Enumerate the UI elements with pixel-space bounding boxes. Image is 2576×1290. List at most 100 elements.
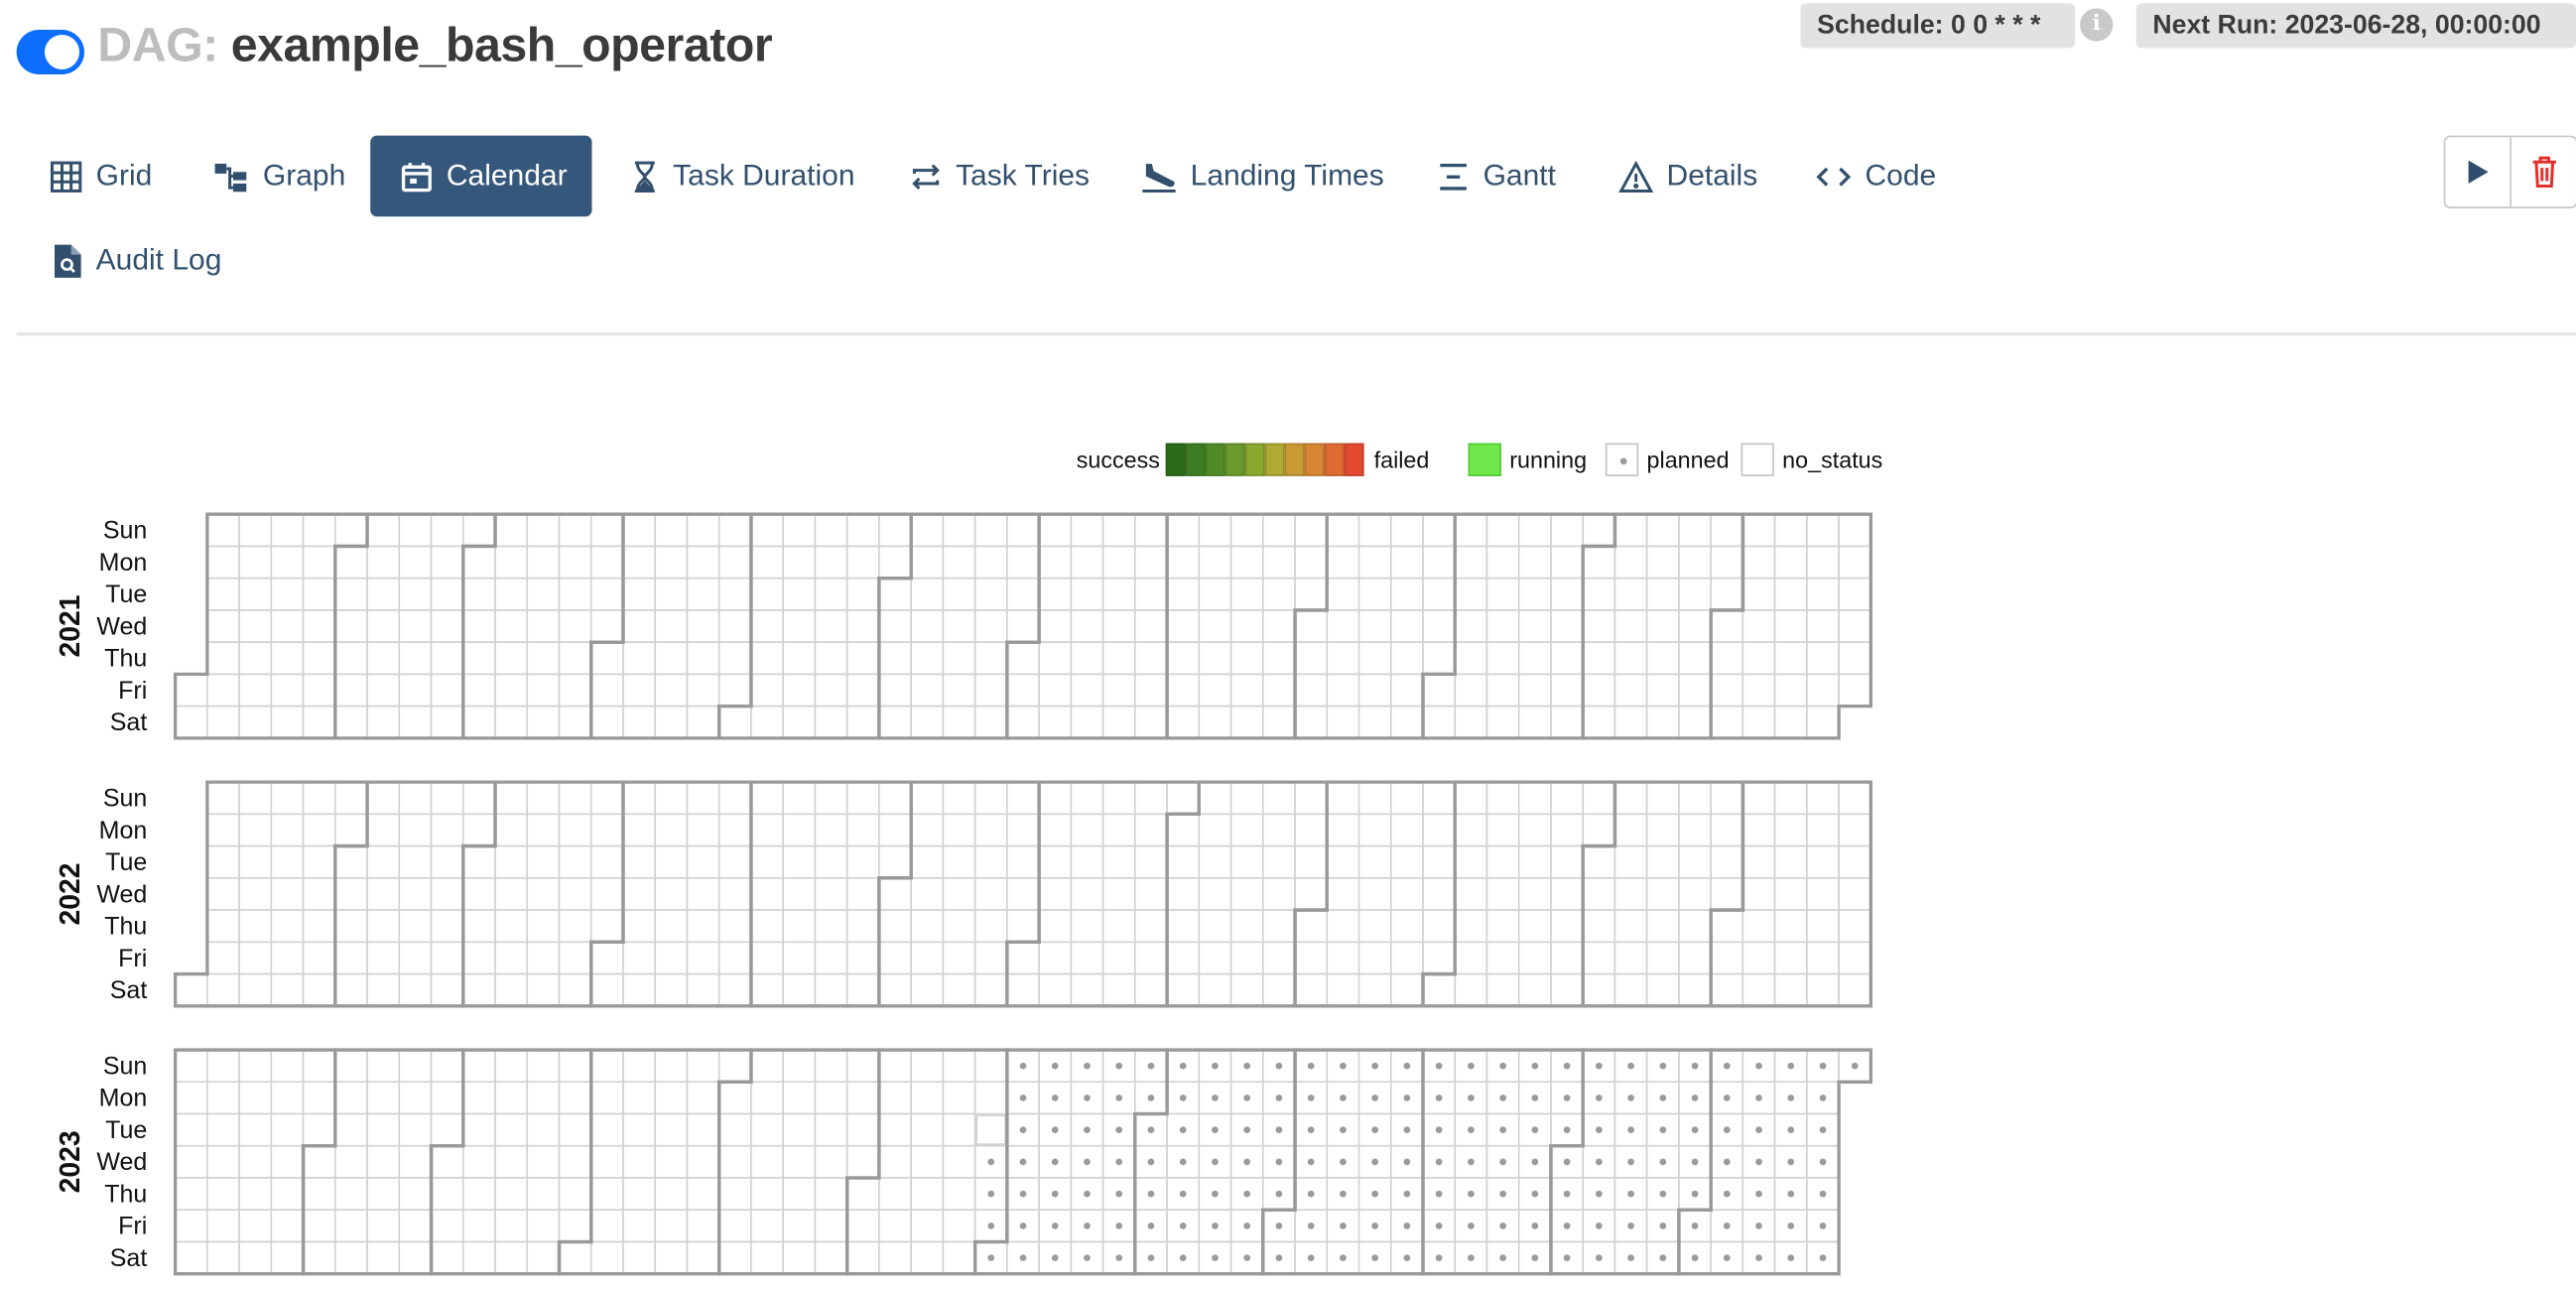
day-cell[interactable]	[1134, 972, 1168, 1007]
day-cell[interactable]	[750, 577, 785, 611]
day-cell[interactable]	[1261, 844, 1296, 879]
day-cell[interactable]	[1006, 577, 1040, 611]
day-cell[interactable]	[622, 1144, 657, 1179]
day-cell[interactable]	[1645, 577, 1680, 611]
day-cell[interactable]	[1038, 813, 1073, 847]
day-cell[interactable]	[1101, 941, 1136, 975]
day-cell[interactable]	[1582, 609, 1616, 643]
day-cell[interactable]	[558, 609, 592, 643]
day-cell[interactable]	[1006, 813, 1040, 847]
day-cell[interactable]	[1645, 972, 1680, 1007]
day-cell[interactable]	[1582, 909, 1616, 944]
day-cell[interactable]	[494, 641, 529, 676]
day-cell[interactable]	[1517, 705, 1552, 739]
day-cell[interactable]	[1613, 641, 1648, 676]
day-cell[interactable]	[1070, 909, 1104, 944]
day-cell[interactable]	[1454, 909, 1488, 944]
day-cell[interactable]	[270, 577, 305, 611]
day-cell[interactable]	[1101, 705, 1136, 739]
day-cell[interactable]	[558, 781, 592, 816]
day-cell[interactable]	[1550, 844, 1585, 879]
day-cell[interactable]	[782, 909, 817, 944]
day-cell[interactable]	[910, 609, 945, 643]
day-cell[interactable]	[1357, 844, 1392, 879]
day-cell[interactable]	[654, 813, 689, 847]
day-cell[interactable]	[1294, 941, 1329, 975]
day-cell[interactable]	[845, 641, 880, 676]
day-cell[interactable]	[1357, 513, 1392, 548]
day-cell[interactable]	[845, 673, 880, 708]
day-cell[interactable]	[1038, 705, 1073, 739]
day-cell[interactable]	[878, 545, 912, 580]
day-cell[interactable]	[942, 1112, 976, 1147]
day-cell[interactable]	[174, 1240, 208, 1275]
day-cell[interactable]	[430, 909, 464, 944]
day-cell[interactable]	[1261, 877, 1296, 911]
day-cell[interactable]	[1166, 781, 1201, 816]
day-cell[interactable]	[398, 1177, 433, 1212]
day-cell[interactable]	[750, 813, 785, 847]
day-cell[interactable]	[1741, 941, 1776, 975]
day-cell[interactable]	[750, 844, 785, 879]
day-cell[interactable]	[1101, 577, 1136, 611]
day-cell[interactable]	[1261, 972, 1296, 1007]
day-cell[interactable]	[270, 909, 305, 944]
day-cell[interactable]	[1741, 972, 1776, 1007]
day-cell[interactable]	[1422, 781, 1457, 816]
day-cell[interactable]	[622, 909, 657, 944]
day-cell[interactable]	[1198, 545, 1232, 580]
day-cell[interactable]	[206, 1049, 240, 1084]
day-cell[interactable]	[238, 844, 273, 879]
day-cell[interactable]	[973, 1081, 1008, 1115]
day-cell[interactable]	[270, 641, 305, 676]
day-cell[interactable]	[1645, 545, 1680, 580]
day-cell[interactable]	[717, 844, 752, 879]
day-cell[interactable]	[1326, 941, 1360, 975]
day-cell[interactable]	[717, 1209, 752, 1243]
day-cell[interactable]	[1422, 705, 1457, 739]
day-cell[interactable]	[302, 844, 336, 879]
day-cell[interactable]	[654, 909, 689, 944]
day-cell[interactable]	[750, 877, 785, 911]
day-cell[interactable]	[589, 1209, 624, 1243]
day-cell[interactable]	[398, 909, 433, 944]
day-cell[interactable]	[1645, 673, 1680, 708]
day-cell[interactable]	[910, 781, 945, 816]
day-cell[interactable]	[366, 1209, 401, 1243]
day-cell[interactable]	[1710, 941, 1744, 975]
day-cell[interactable]	[1582, 705, 1616, 739]
day-cell[interactable]	[333, 673, 368, 708]
day-cell[interactable]	[1678, 941, 1713, 975]
day-cell[interactable]	[366, 609, 401, 643]
day-cell[interactable]	[174, 1209, 208, 1243]
day-cell[interactable]	[910, 941, 945, 975]
day-cell[interactable]	[750, 781, 785, 816]
day-cell[interactable]	[878, 844, 912, 879]
day-cell[interactable]	[814, 1240, 848, 1275]
day-cell[interactable]	[461, 513, 496, 548]
day-cell[interactable]	[206, 877, 240, 911]
day-cell[interactable]	[366, 641, 401, 676]
day-cell[interactable]	[1166, 972, 1201, 1007]
day-cell[interactable]	[622, 1209, 657, 1243]
day-cell[interactable]	[430, 1112, 464, 1147]
day-cell[interactable]	[526, 844, 561, 879]
day-cell[interactable]	[1326, 705, 1360, 739]
day-cell[interactable]	[1261, 577, 1296, 611]
day-cell[interactable]	[782, 1049, 817, 1084]
day-cell[interactable]	[589, 705, 624, 739]
day-cell[interactable]	[654, 1240, 689, 1275]
day-cell[interactable]	[654, 705, 689, 739]
day-cell[interactable]	[1454, 609, 1488, 643]
day-cell[interactable]	[1773, 813, 1808, 847]
day-cell[interactable]	[1198, 909, 1232, 944]
day-cell[interactable]	[1101, 641, 1136, 676]
day-cell[interactable]	[717, 781, 752, 816]
day-cell[interactable]	[1006, 972, 1040, 1007]
day-cell[interactable]	[238, 877, 273, 911]
day-cell[interactable]	[1645, 609, 1680, 643]
day-cell[interactable]	[686, 781, 720, 816]
day-cell[interactable]	[333, 844, 368, 879]
day-cell[interactable]	[430, 941, 464, 975]
day-cell[interactable]	[878, 673, 912, 708]
